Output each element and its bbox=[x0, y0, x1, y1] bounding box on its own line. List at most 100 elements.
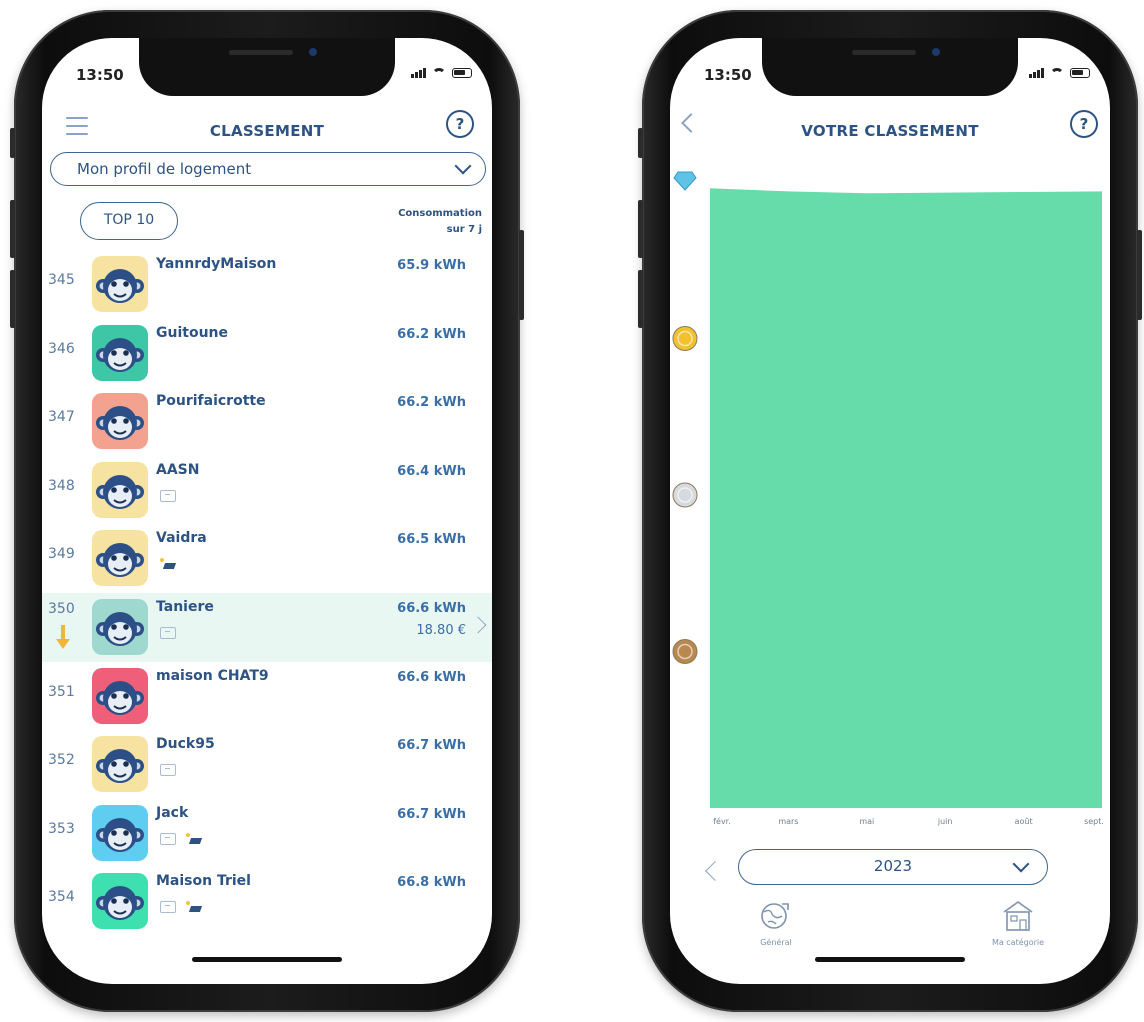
house-icon bbox=[160, 901, 176, 914]
previous-year-icon[interactable] bbox=[705, 861, 725, 881]
avatar bbox=[92, 873, 148, 930]
ranking-area-series bbox=[710, 188, 1102, 809]
phone-evolution: 13:50 VOTRE CLASSEMENT ? févr. mars mai jui… bbox=[638, 10, 1142, 1012]
ranking-row: 353 Jack 66.7 kWh bbox=[42, 799, 492, 868]
x-tick-label: sept. bbox=[1084, 817, 1104, 826]
volume-up-button bbox=[10, 200, 15, 258]
silver-medal-icon bbox=[672, 482, 698, 508]
wifi-icon bbox=[432, 68, 446, 78]
consumption-value: 66.6 kWh bbox=[397, 669, 466, 685]
column-header-line1: Consommation bbox=[398, 208, 482, 219]
profile-select[interactable]: Mon profil de logement bbox=[50, 152, 486, 186]
solar-panel-icon bbox=[186, 901, 202, 913]
avatar bbox=[92, 256, 148, 312]
top10-button[interactable]: TOP 10 bbox=[80, 202, 178, 240]
avatar bbox=[92, 736, 148, 793]
chevron-down-icon bbox=[454, 157, 472, 175]
equipment-badges bbox=[160, 764, 176, 777]
rank-number: 346 bbox=[48, 340, 75, 357]
consumption-value: 66.5 kWh bbox=[397, 532, 466, 548]
consumption-value: 66.2 kWh bbox=[397, 326, 466, 342]
column-header-line2: sur 7 j bbox=[446, 224, 482, 235]
help-icon[interactable]: ? bbox=[446, 110, 474, 138]
ranking-row: 345 YannrdyMaison 65.9 kWh bbox=[42, 250, 492, 319]
x-tick-label: févr. bbox=[713, 816, 731, 826]
user-name: Vaidra bbox=[156, 530, 207, 547]
solar-panel-icon bbox=[160, 558, 176, 570]
user-name: Jack bbox=[156, 804, 189, 821]
x-tick-label: mai bbox=[859, 817, 874, 826]
consumption-value: 66.4 kWh bbox=[397, 463, 466, 479]
user-name: maison CHAT9 bbox=[156, 667, 269, 684]
chevron-right-icon[interactable] bbox=[469, 616, 487, 634]
consumption-value: 66.7 kWh bbox=[397, 806, 466, 822]
avatar bbox=[92, 530, 148, 587]
evolution-screen: 13:50 VOTRE CLASSEMENT ? févr. mars mai jui… bbox=[670, 38, 1110, 984]
arrow-down-icon bbox=[56, 624, 70, 651]
house-icon bbox=[160, 626, 176, 639]
year-select[interactable]: 2023 bbox=[738, 849, 1048, 885]
rank-number: 349 bbox=[48, 546, 75, 563]
solar-panel-icon bbox=[186, 832, 202, 845]
battery-icon bbox=[1070, 68, 1090, 78]
globe-icon bbox=[761, 903, 789, 929]
profile-select-value: Mon profil de logement bbox=[77, 160, 252, 178]
home-indicator bbox=[815, 957, 965, 962]
equipment-badges bbox=[160, 901, 202, 914]
ranking-evolution-chart: févr. mars mai juin août sept. bbox=[672, 171, 1104, 826]
ranking-row: 354 Maison Triel 66.8 kWh bbox=[42, 867, 492, 936]
notch bbox=[139, 38, 395, 96]
rank-number: 351 bbox=[48, 683, 75, 700]
x-tick-label: juin bbox=[937, 817, 953, 826]
equipment-badges bbox=[160, 558, 176, 570]
ranking-row: 348 AASN 66.4 kWh bbox=[42, 456, 492, 525]
rank-number: 347 bbox=[48, 409, 75, 426]
page-title: VOTRE CLASSEMENT bbox=[801, 122, 979, 140]
rank-number: 352 bbox=[48, 752, 75, 769]
rank-number: 345 bbox=[48, 272, 75, 288]
notch bbox=[762, 38, 1018, 96]
tab-general-label: Général bbox=[760, 938, 792, 947]
bronze-medal-icon bbox=[672, 639, 698, 664]
status-icons bbox=[411, 68, 472, 78]
x-tick-label: août bbox=[1015, 817, 1033, 826]
ranking-list: 345 YannrdyMaison 65.9 kWh 346 Guitoune 66.2 … bbox=[42, 250, 492, 936]
rank-number: 348 bbox=[48, 477, 75, 494]
chevron-down-icon bbox=[1012, 855, 1030, 873]
volume-down-button bbox=[638, 270, 643, 328]
mute-switch bbox=[10, 128, 15, 158]
rank-number: 354 bbox=[48, 889, 75, 906]
consumption-value: 65.9 kWh bbox=[397, 258, 466, 273]
status-time: 13:50 bbox=[704, 66, 752, 84]
consumption-value: 66.7 kWh bbox=[397, 738, 466, 754]
diamond-level-icon bbox=[673, 171, 697, 191]
home-indicator bbox=[192, 957, 342, 962]
house-category-icon bbox=[1003, 901, 1033, 931]
gold-medal-icon bbox=[672, 326, 698, 351]
phone-ranking: 13:50 CLASSEMENT ? Mon profil de logemen… bbox=[10, 10, 524, 1012]
avatar bbox=[92, 667, 148, 724]
power-button bbox=[519, 230, 524, 320]
ranking-row: 352 Duck95 66.7 kWh bbox=[42, 730, 492, 799]
power-button bbox=[1137, 230, 1142, 320]
page-title: CLASSEMENT bbox=[209, 122, 325, 140]
user-name: Taniere bbox=[156, 598, 214, 615]
tab-category-label: Ma catégorie bbox=[991, 938, 1045, 947]
x-tick-label: mars bbox=[778, 817, 798, 826]
consumption-value: 66.2 kWh bbox=[397, 395, 466, 411]
tab-category[interactable]: Ma catégorie bbox=[970, 898, 1066, 947]
rank-number: 350 bbox=[48, 600, 75, 617]
equipment-badges bbox=[160, 832, 202, 845]
status-icons bbox=[1029, 68, 1090, 78]
help-icon[interactable]: ? bbox=[1070, 110, 1098, 138]
house-icon bbox=[160, 764, 176, 777]
tab-general[interactable]: Général bbox=[728, 898, 824, 947]
signal-icon bbox=[411, 68, 426, 78]
user-name: Duck95 bbox=[156, 736, 215, 753]
ranking-row[interactable]: 350 Taniere 66.6 kWh 18.80 € bbox=[42, 592, 492, 662]
equipment-badges bbox=[160, 626, 176, 639]
ranking-screen: 13:50 CLASSEMENT ? Mon profil de logemen… bbox=[42, 38, 492, 984]
avatar bbox=[92, 461, 148, 518]
ranking-row: 346 Guitoune 66.2 kWh bbox=[42, 319, 492, 388]
avatar bbox=[92, 804, 148, 861]
